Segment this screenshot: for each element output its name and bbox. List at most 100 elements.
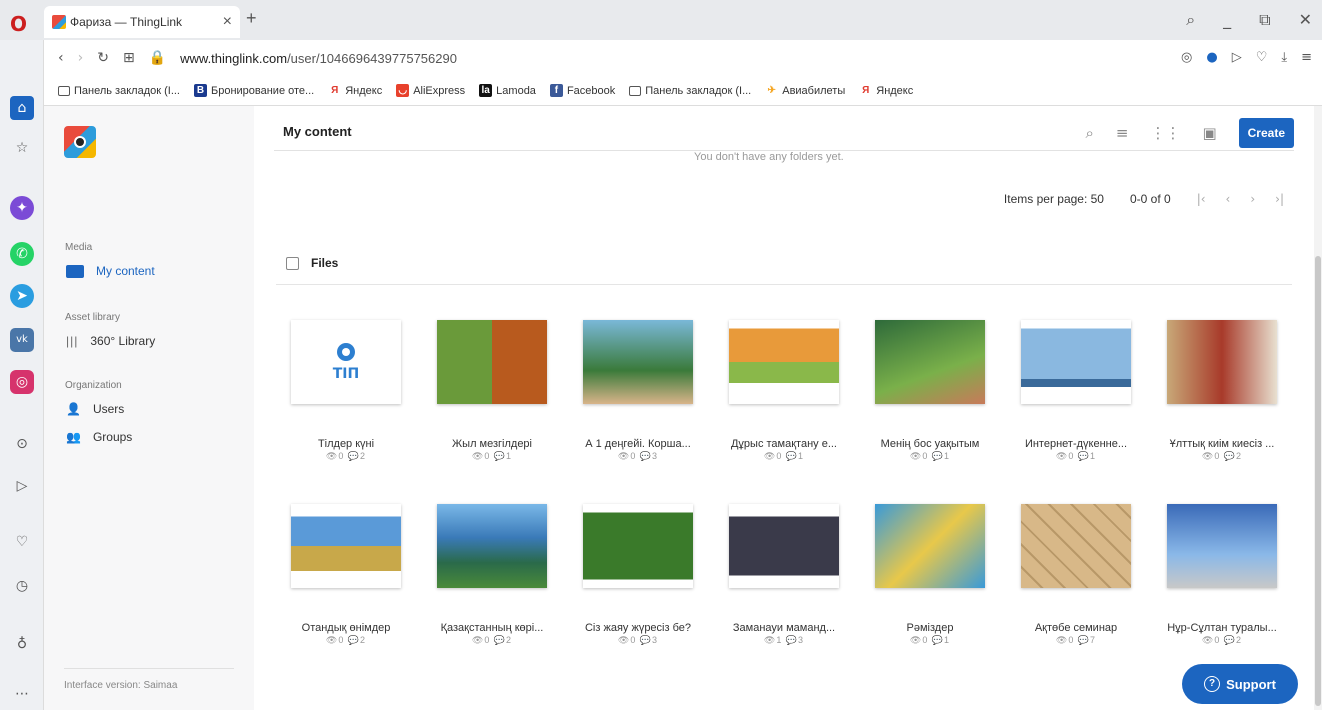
file-card[interactable]: Интернет-дүкенне... 👁0 💬1 [1016,320,1136,462]
instagram-icon[interactable]: ◎ [10,370,34,394]
file-title[interactable]: Заманауи маманд... [724,622,844,634]
player-icon[interactable]: ⊙ [10,432,34,456]
file-card[interactable]: Заманауи маманд... 👁1 💬3 [724,504,844,646]
bookmark-item[interactable]: B Бронирование оте... [193,84,314,97]
file-title[interactable]: Жыл мезгілдері [432,438,552,450]
heart-icon[interactable]: ♡ [1256,50,1268,65]
bookmark-item[interactable]: ✈ Авиабилеты [765,84,846,97]
file-title[interactable]: Ұлттық киім киесіз ... [1162,438,1282,450]
bookmark-item[interactable]: Я Яндекс [328,84,382,97]
prev-page-icon[interactable]: ‹ [1226,192,1231,206]
file-thumbnail[interactable] [1021,504,1131,588]
grid-view-icon[interactable]: ⋮⋮ [1150,124,1180,142]
close-window-icon[interactable]: ✕ [1299,10,1312,30]
file-title[interactable]: Рәміздер [870,622,990,634]
bookmark-item[interactable]: f Facebook [549,84,615,97]
bookmark-item[interactable]: Панель закладок (I... [58,85,180,97]
file-card[interactable]: ТІП Тілдер күні 👁0 💬2 [286,320,406,462]
flow-sidebar-icon[interactable]: ▷ [10,474,34,498]
new-tab-button[interactable]: + [246,8,257,29]
forward-icon[interactable]: › [78,50,84,66]
file-title[interactable]: Нұр-Сұлтан туралы... [1162,622,1282,634]
new-folder-icon[interactable]: ▣ [1202,124,1216,142]
download-icon[interactable]: ⤓ [1281,50,1287,65]
thinglink-logo-icon[interactable] [64,126,96,158]
file-card[interactable]: Ақтөбе семинар 👁0 💬7 [1016,504,1136,646]
file-title[interactable]: Тілдер күні [286,438,406,450]
support-button[interactable]: ? Support [1182,664,1298,704]
file-thumbnail[interactable] [729,320,839,404]
file-thumbnail[interactable] [1021,320,1131,404]
file-card[interactable]: Менің бос уақытым 👁0 💬1 [870,320,990,462]
flow-icon[interactable]: ▷ [1232,50,1242,65]
file-card[interactable]: Отандық өнімдер 👁0 💬2 [286,504,406,646]
nav-360-library[interactable]: ||| 360° Library [66,334,155,348]
snapshot-icon[interactable]: ◎ [1181,50,1192,65]
file-card[interactable]: Жыл мезгілдері 👁0 💬1 [432,320,552,462]
file-card[interactable]: Сіз жаяу жүресіз бе? 👁0 💬3 [578,504,698,646]
bookmark-item[interactable]: Я Яндекс [859,84,913,97]
file-thumbnail[interactable] [437,320,547,404]
speed-dial-icon[interactable]: ⊞ [123,50,135,66]
search-icon[interactable]: ⌕ [1085,124,1093,142]
create-button[interactable]: Create [1238,118,1294,148]
search-tabs-icon[interactable]: ⌕ [1186,10,1195,30]
next-page-icon[interactable]: › [1250,192,1255,206]
nav-groups[interactable]: 👥 Groups [66,430,132,444]
history-icon[interactable]: ◷ [10,574,34,598]
opera-logo-icon[interactable]: O [10,12,27,36]
url-field[interactable]: www.thinglink.com/user/10466964397757562… [180,51,457,66]
file-card[interactable]: Дұрыс тамақтану е... 👁0 💬1 [724,320,844,462]
my-flow-heart-icon[interactable]: ♡ [10,530,34,554]
file-title[interactable]: Менің бос уақытым [870,438,990,450]
first-page-icon[interactable]: |‹ [1197,192,1206,206]
file-title[interactable]: Сіз жаяу жүресіз бе? [578,622,698,634]
nav-my-content[interactable]: My content [66,264,155,278]
file-title[interactable]: Отандық өнімдер [286,622,406,634]
file-title[interactable]: А 1 деңгейі. Корша... [578,438,698,450]
file-thumbnail[interactable] [437,504,547,588]
file-thumbnail[interactable] [1167,320,1277,404]
select-all-checkbox[interactable] [286,256,299,270]
file-title[interactable]: Дұрыс тамақтану е... [724,438,844,450]
file-thumbnail[interactable] [1167,504,1277,588]
file-thumbnail[interactable] [729,504,839,588]
telegram-icon[interactable]: ➤ [10,284,34,308]
file-card[interactable]: Нұр-Сұлтан туралы... 👁0 💬2 [1162,504,1282,646]
nav-users[interactable]: 👤 Users [66,402,124,416]
file-title[interactable]: Ақтөбе семинар [1016,622,1136,634]
messenger-icon[interactable]: ✦ [10,196,34,220]
file-thumbnail[interactable] [291,504,401,588]
easy-setup-icon[interactable]: ≡ [1301,50,1312,65]
minimize-icon[interactable]: _ [1223,10,1231,30]
vk-icon[interactable]: vk [10,328,34,352]
pinboard-icon[interactable]: ♁ [10,632,34,656]
file-thumbnail[interactable] [875,320,985,404]
bookmarks-star-icon[interactable]: ☆ [10,136,34,160]
file-thumbnail[interactable] [583,320,693,404]
bookmark-item[interactable]: Панель закладок (I... [629,85,751,97]
file-thumbnail[interactable] [875,504,985,588]
scrollbar[interactable] [1314,106,1322,710]
file-card[interactable]: Қазақстанның көрі... 👁0 💬2 [432,504,552,646]
whatsapp-icon[interactable]: ✆ [10,242,34,266]
vpn-shield-icon[interactable]: ● [1206,50,1217,65]
browser-tab[interactable]: Фариза — ThingLink × [44,6,240,38]
file-thumbnail[interactable]: ТІП [291,320,401,404]
filter-icon[interactable]: ≡ [1116,124,1129,142]
more-icon[interactable]: ⋯ [10,682,34,706]
file-card[interactable]: Рәміздер 👁0 💬1 [870,504,990,646]
file-thumbnail[interactable] [583,504,693,588]
home-icon[interactable]: ⌂ [10,96,34,120]
file-title[interactable]: Интернет-дүкенне... [1016,438,1136,450]
reload-icon[interactable]: ↻ [97,50,109,66]
back-icon[interactable]: ‹ [58,50,64,66]
file-title[interactable]: Қазақстанның көрі... [432,622,552,634]
bookmark-item[interactable]: ◡ AliExpress [396,84,465,97]
restore-icon[interactable]: ⧉ [1259,10,1270,30]
file-card[interactable]: А 1 деңгейі. Корша... 👁0 💬3 [578,320,698,462]
items-per-page-select[interactable]: Items per page: 50 [1004,192,1104,206]
last-page-icon[interactable]: ›| [1275,192,1284,206]
file-card[interactable]: Ұлттық киім киесіз ... 👁0 💬2 [1162,320,1282,462]
close-tab-icon[interactable]: × [223,13,232,31]
